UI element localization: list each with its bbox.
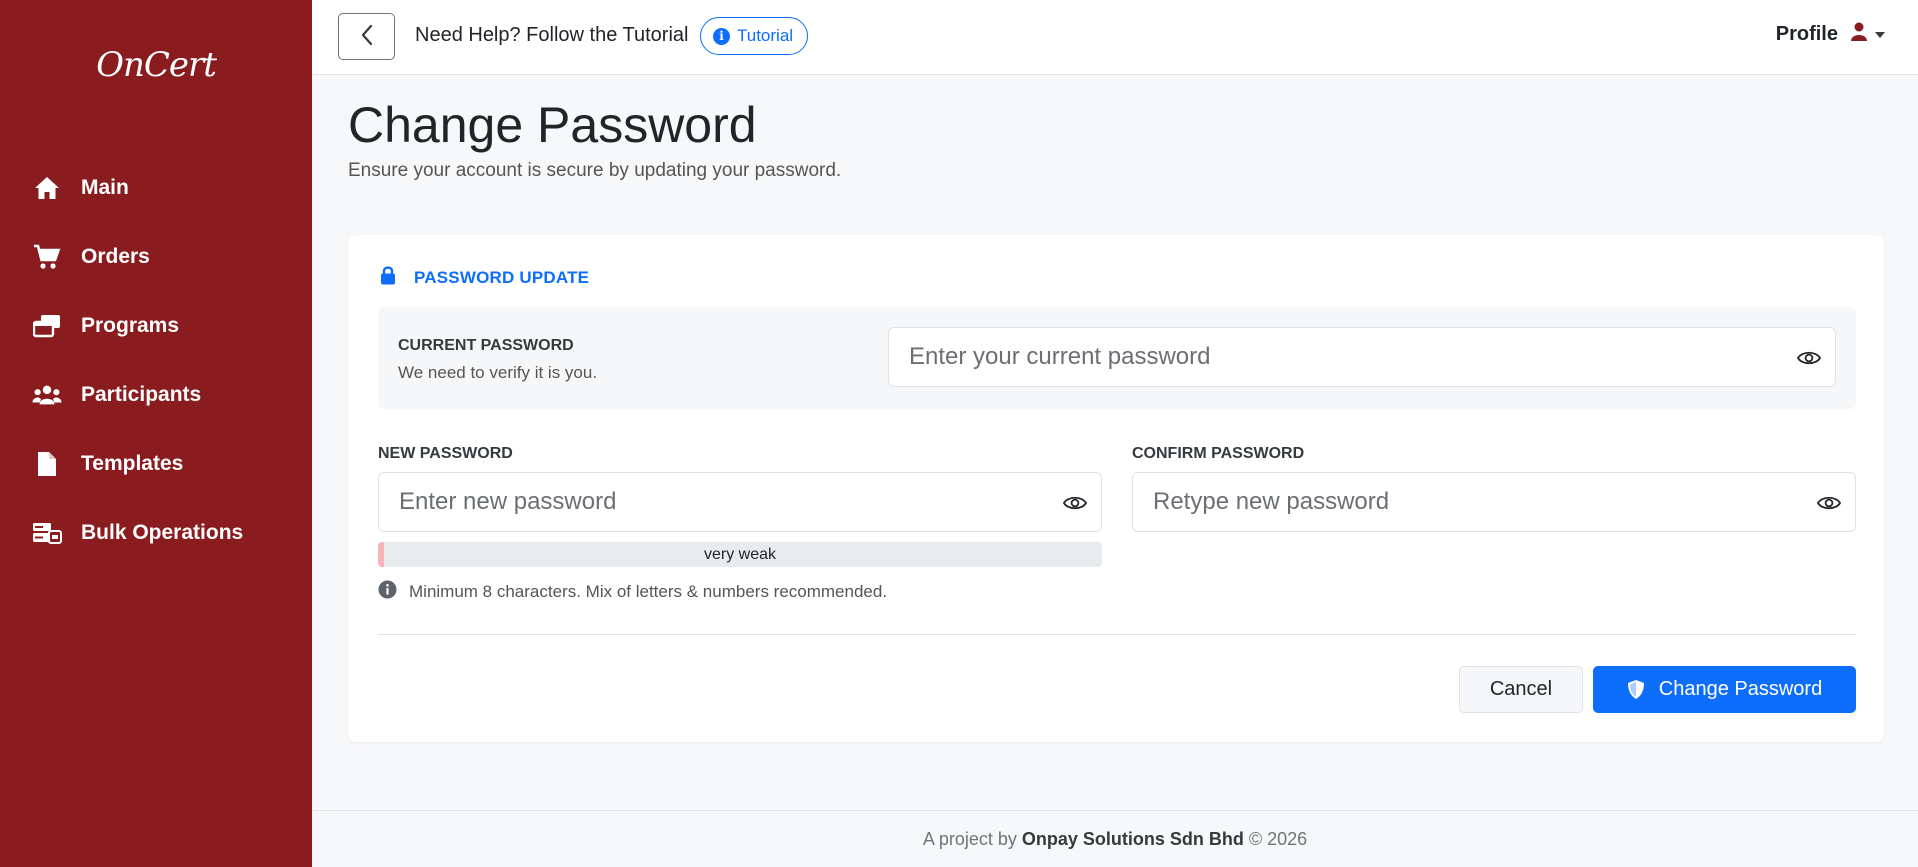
sidebar-item-label: Programs (81, 313, 180, 337)
current-password-block: CURRENT PASSWORD We need to verify it is… (378, 307, 1856, 409)
divider (378, 634, 1856, 635)
password-update-card: PASSWORD UPDATE CURRENT PASSWORD We need… (348, 235, 1884, 742)
help-text: Need Help? Follow the Tutorial (415, 24, 689, 46)
eye-icon[interactable] (1061, 491, 1089, 515)
new-password-label: NEW PASSWORD (378, 445, 513, 462)
home-icon (32, 173, 62, 203)
requirement-hint-text: Minimum 8 characters. Mix of letters & n… (409, 582, 888, 601)
confirm-password-input[interactable] (1133, 473, 1855, 531)
profile-menu[interactable]: Profile (1776, 22, 1886, 47)
section-header: PASSWORD UPDATE (380, 265, 589, 290)
bulk-operations-icon (32, 518, 62, 548)
strength-label: very weak (703, 545, 777, 563)
current-password-field (888, 327, 1836, 387)
current-password-hint: We need to verify it is you. (398, 363, 598, 382)
caret-down-icon (1874, 31, 1886, 39)
current-password-label: CURRENT PASSWORD (398, 337, 574, 354)
sidebar-item-bulk-operations[interactable]: Bulk Operations (0, 498, 312, 567)
sidebar-item-templates[interactable]: Templates (0, 429, 312, 498)
sidebar-item-main[interactable]: Main (0, 153, 312, 222)
chevron-left-icon (360, 24, 374, 49)
users-icon (32, 380, 62, 410)
file-icon (32, 449, 62, 479)
footer: A project by Onpay Solutions Sdn Bhd © 2… (312, 810, 1918, 867)
eye-icon[interactable] (1815, 491, 1843, 515)
shield-icon (1627, 679, 1645, 700)
footer-company: Onpay Solutions Sdn Bhd (1021, 828, 1244, 849)
page-subtitle: Ensure your account is secure by updatin… (348, 160, 842, 181)
sidebar-item-participants[interactable]: Participants (0, 360, 312, 429)
cancel-button[interactable]: Cancel (1459, 666, 1583, 713)
footer-copyright: © 2026 (1248, 828, 1308, 849)
programs-icon (32, 311, 62, 341)
user-icon (1850, 22, 1868, 47)
sidebar-item-programs[interactable]: Programs (0, 291, 312, 360)
change-password-label: Change Password (1658, 678, 1823, 700)
confirm-password-field (1132, 472, 1856, 532)
sidebar-item-orders[interactable]: Orders (0, 222, 312, 291)
eye-icon[interactable] (1795, 346, 1823, 370)
tutorial-label: Tutorial (737, 26, 794, 45)
sidebar-item-label: Orders (81, 244, 150, 268)
new-password-input[interactable] (379, 473, 1101, 531)
info-icon (378, 580, 397, 604)
top-header: Need Help? Follow the Tutorial i Tutoria… (312, 0, 1918, 75)
sidebar-item-label: Bulk Operations (81, 520, 244, 544)
lock-icon (380, 265, 396, 290)
cart-icon (32, 242, 62, 272)
current-password-input[interactable] (889, 328, 1835, 386)
section-title: PASSWORD UPDATE (414, 267, 590, 287)
sidebar-item-label: Main (81, 175, 129, 199)
sidebar: OnCert Main Orders Programs Participants (0, 0, 312, 867)
password-strength-meter: very weak (378, 542, 1102, 567)
requirement-hint: Minimum 8 characters. Mix of letters & n… (378, 580, 887, 604)
info-icon: i (713, 27, 730, 45)
tutorial-button[interactable]: i Tutorial (700, 17, 809, 55)
page-title: Change Password (348, 97, 757, 153)
footer-prefix: A project by (922, 828, 1017, 849)
confirm-password-label: CONFIRM PASSWORD (1132, 445, 1305, 462)
sidebar-item-label: Participants (81, 382, 202, 406)
change-password-button[interactable]: Change Password (1593, 666, 1856, 713)
new-password-field (378, 472, 1102, 532)
logo-text: OnCert (96, 45, 217, 85)
back-button[interactable] (338, 13, 395, 60)
sidebar-item-label: Templates (81, 451, 184, 475)
brand-logo[interactable]: OnCert (0, 30, 312, 100)
sidebar-nav: Main Orders Programs Participants Templa… (0, 153, 312, 567)
profile-label: Profile (1775, 23, 1838, 45)
